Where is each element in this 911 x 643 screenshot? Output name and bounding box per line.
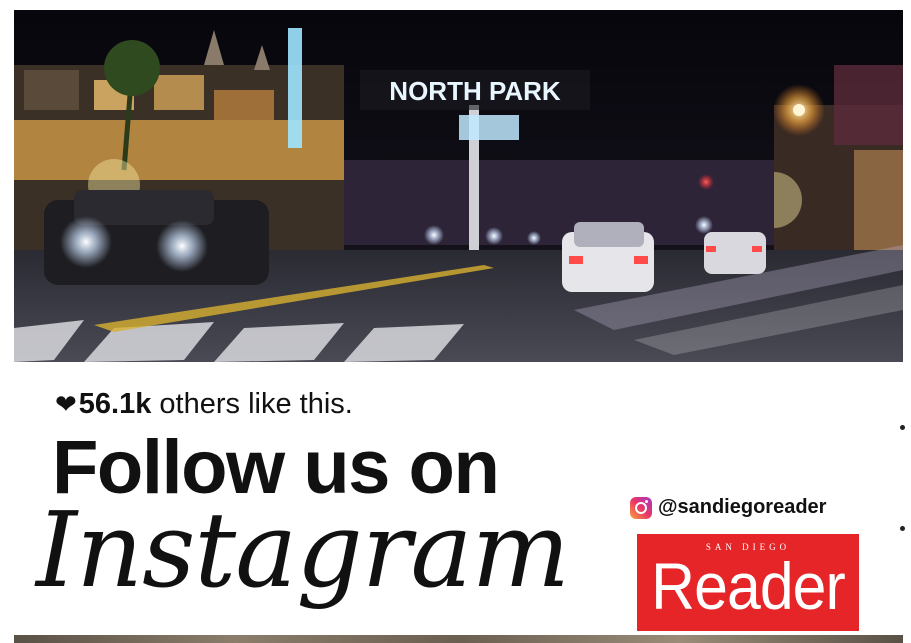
likes-count-line: ❤56.1k others like this.: [55, 388, 353, 421]
decorative-dot: [900, 425, 905, 430]
north-park-sign: NORTH PARK: [389, 76, 561, 106]
likes-suffix: others like this.: [151, 388, 353, 420]
headline-instagram: Instagram: [36, 489, 570, 611]
north-park-street-photo: NORTH PARK: [14, 10, 903, 362]
instagram-handle-link[interactable]: @sandiegoreader: [630, 496, 826, 519]
san-diego-reader-logo[interactable]: SAN DIEGO Reader: [637, 534, 859, 631]
decorative-dot: [900, 526, 905, 531]
instagram-icon: [630, 496, 652, 519]
logo-big-text: Reader: [651, 549, 846, 623]
instagram-ad: NORTH PARK ❤56.1k others like this. Foll…: [0, 0, 911, 643]
instagram-handle: @sandiegoreader: [658, 496, 827, 518]
likes-count: 56.1k: [78, 388, 152, 420]
heart-icon: ❤: [55, 389, 77, 419]
bottom-image-strip: [14, 635, 903, 643]
